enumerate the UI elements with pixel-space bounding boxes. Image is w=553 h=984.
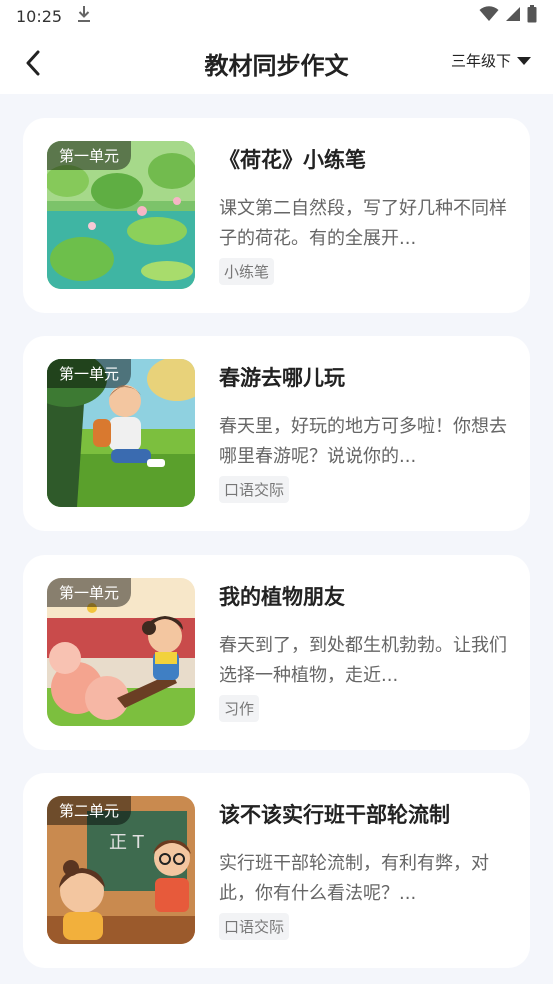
grade-selector-label: 三年级下 [450,52,511,70]
download-icon [76,5,92,27]
unit-badge: 第二单元 [47,796,132,825]
composition-list: 第一单元 《荷花》小练笔 课文第二自然段，写了好几种不同样子的荷花。有的全展开.… [0,94,553,984]
composition-card[interactable]: 正 T 第二单元 该不该实行班干部轮流制 实行班干部轮流制，有利有弊，对此，你有… [23,773,530,968]
card-tag: 习作 [219,695,260,722]
card-tag: 小练笔 [219,258,275,285]
card-description: 实行班干部轮流制，有利有弊，对此，你有什么看法呢？... [219,853,489,904]
grade-selector[interactable]: 三年级下 [451,50,531,71]
svg-text:正 T: 正 T [109,832,145,853]
wifi-icon [479,6,499,26]
plant-friend-thumbnail: 第一单元 [47,578,195,726]
battery-icon [527,5,537,27]
card-title: 春游去哪儿玩 [219,366,345,390]
card-tag: 口语交际 [219,913,290,940]
status-time: 10:25 [16,6,63,26]
card-title: 我的植物朋友 [219,585,345,609]
status-bar: 10:25 [0,0,553,32]
unit-badge: 第一单元 [47,359,132,388]
card-description: 春天里，好玩的地方可多啦！你想去哪里春游呢？说说你的... [219,416,507,467]
composition-card[interactable]: 第一单元 春游去哪儿玩 春天里，好玩的地方可多啦！你想去哪里春游呢？说说你的..… [23,336,530,531]
unit-badge: 第一单元 [47,141,132,170]
card-tag: 口语交际 [219,476,290,503]
unit-badge: 第一单元 [47,578,132,607]
triangle-down-icon [517,56,531,65]
classroom-thumbnail: 正 T 第二单元 [47,796,195,944]
signal-icon [505,6,521,26]
card-description: 课文第二自然段，写了好几种不同样子的荷花。有的全展开... [219,198,507,249]
app-bar: 教材同步作文 三年级下 [0,32,553,94]
lotus-pond-thumbnail: 第一单元 [47,141,195,289]
status-icons [479,5,537,27]
composition-card[interactable]: 第一单元 《荷花》小练笔 课文第二自然段，写了好几种不同样子的荷花。有的全展开.… [23,118,530,313]
composition-card[interactable]: 第一单元 我的植物朋友 春天到了，到处都生机勃勃。让我们选择一种植物，走近...… [23,555,530,750]
card-description: 春天到了，到处都生机勃勃。让我们选择一种植物，走近... [219,635,507,686]
card-title: 《荷花》小练笔 [219,148,366,172]
card-title: 该不该实行班干部轮流制 [219,803,450,827]
spring-outing-thumbnail: 第一单元 [47,359,195,507]
